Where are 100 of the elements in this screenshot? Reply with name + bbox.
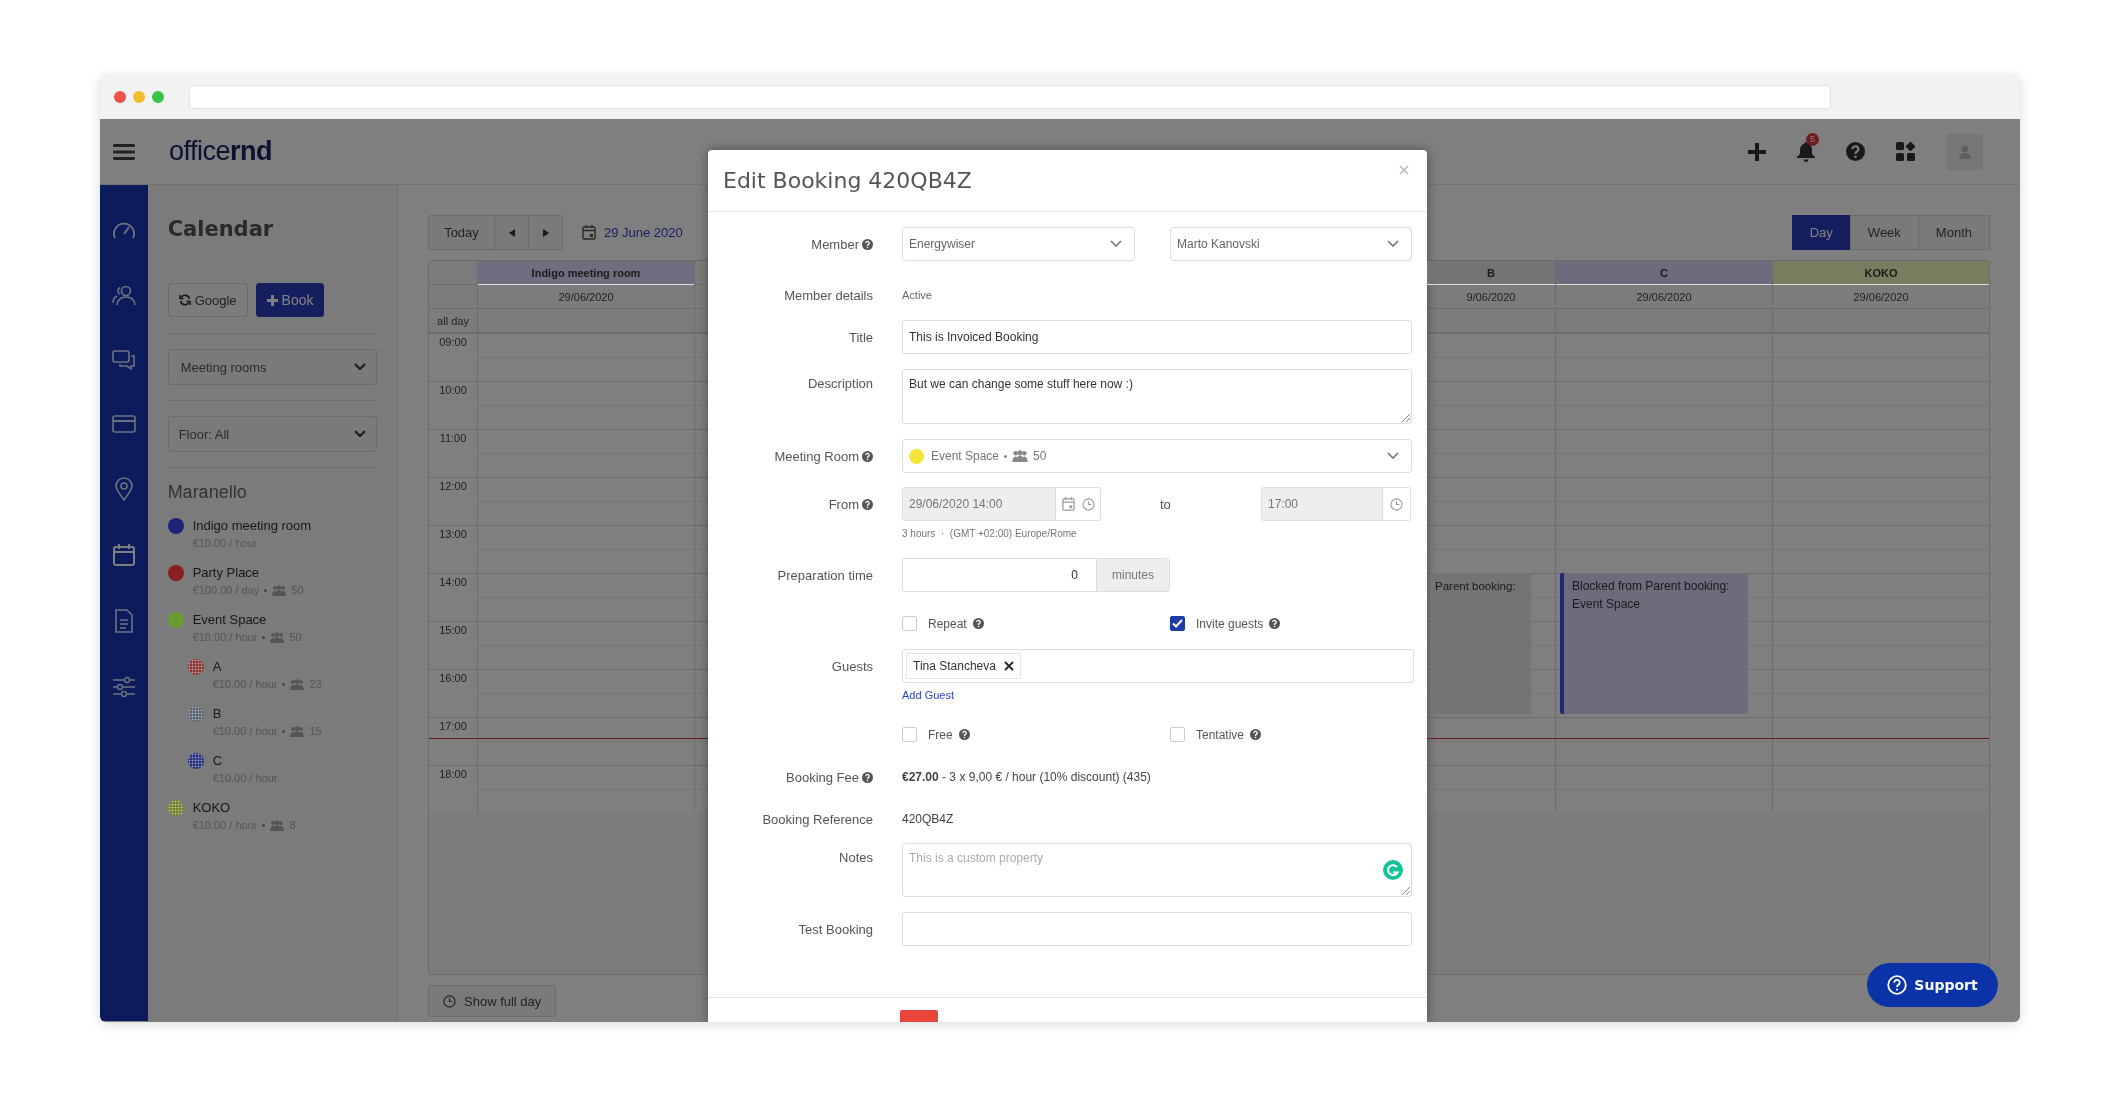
room-name[interactable]: A — [212, 659, 322, 675]
checkbox-label: Tentative — [1196, 727, 1245, 742]
resize-grip-icon[interactable] — [1401, 413, 1410, 422]
chat-icon[interactable] — [111, 349, 136, 371]
room-name[interactable]: B — [212, 706, 322, 722]
help-icon[interactable] — [862, 498, 873, 510]
people-icon — [1012, 450, 1029, 462]
to-label: to — [1160, 496, 1171, 512]
minimize-dot[interactable] — [133, 91, 145, 103]
separator-dot — [264, 588, 268, 592]
people-icon — [270, 631, 285, 643]
minutes-field[interactable]: 0 minutes — [902, 558, 1170, 592]
column-date: 29/06/2020 — [1636, 290, 1692, 303]
guest-tag[interactable]: Tina Stancheva — [906, 653, 1021, 679]
start-date-field[interactable]: 29/06/2020 14:00 — [902, 487, 1101, 521]
help-icon[interactable] — [1269, 618, 1281, 629]
hour-label: 12:00 — [439, 480, 467, 492]
checkbox[interactable] — [1170, 616, 1185, 631]
logo[interactable]: officernd — [169, 136, 273, 167]
text-area[interactable]: This is a custom property — [902, 843, 1412, 897]
event-block[interactable]: Parent booking: — [1431, 573, 1531, 714]
help-icon[interactable] — [958, 729, 970, 740]
text-area[interactable]: But we can change some stuff here now :) — [902, 369, 1412, 424]
calendar-icon[interactable] — [1062, 497, 1075, 511]
clock-icon[interactable] — [1082, 497, 1095, 511]
people-icon — [290, 678, 305, 690]
column-header: Indigo meeting room — [478, 261, 694, 285]
help-icon[interactable] — [1250, 729, 1262, 740]
plus-icon[interactable] — [1748, 142, 1766, 161]
resize-grip-icon[interactable] — [1401, 886, 1410, 895]
book-button[interactable]: Book — [255, 283, 325, 317]
member-select[interactable]: Marto Kanovski — [1170, 227, 1412, 261]
hour-label: 18:00 — [439, 768, 467, 780]
room-name[interactable]: Party Place — [192, 565, 304, 581]
field-label: Preparation time — [777, 567, 873, 583]
date-link[interactable]: 29 June 2020 — [604, 225, 683, 240]
location-pin-icon[interactable] — [113, 477, 134, 501]
room-name[interactable]: KOKO — [192, 800, 296, 816]
field-label: Guests — [831, 658, 873, 674]
field-label: Title — [848, 329, 873, 345]
support-button[interactable]: Support — [1867, 963, 1998, 1007]
help-icon[interactable] — [862, 771, 873, 783]
hour-label: 17:00 — [439, 720, 467, 732]
apps-icon[interactable] — [1896, 141, 1916, 162]
close-icon[interactable] — [1399, 165, 1409, 175]
help-icon — [1887, 975, 1908, 995]
close-dot[interactable] — [114, 91, 126, 103]
document-icon[interactable] — [113, 609, 134, 633]
view-tab[interactable]: Month — [1917, 215, 1990, 250]
notification-badge: 5 — [1806, 132, 1819, 146]
field-label: Member — [811, 236, 859, 252]
sliders-icon[interactable] — [111, 676, 136, 698]
card-icon[interactable] — [111, 414, 136, 434]
member-select[interactable]: Energywiser — [902, 227, 1135, 261]
remove-icon[interactable] — [1003, 661, 1014, 671]
separator-dot — [1004, 454, 1008, 458]
text-field[interactable]: This is Invoiced Booking — [902, 320, 1412, 354]
room-name[interactable]: Indigo meeting room — [192, 518, 312, 534]
field-label: Booking Fee — [786, 769, 859, 785]
menu-icon[interactable] — [113, 143, 135, 160]
grammar-assistant-icon[interactable] — [1383, 860, 1403, 880]
room-name[interactable]: Event Space — [192, 612, 302, 628]
users-icon[interactable] — [111, 284, 136, 306]
clock-icon[interactable] — [1390, 497, 1403, 511]
view-tab[interactable]: Day — [1791, 215, 1851, 250]
sync-button[interactable]: Google — [167, 283, 248, 317]
room-select[interactable]: Event Space 50 — [902, 439, 1412, 473]
room-name[interactable]: C — [212, 753, 278, 769]
text-field[interactable] — [902, 912, 1412, 946]
view-tab[interactable]: Week — [1849, 215, 1919, 250]
show-full-day-button[interactable]: Show full day — [428, 985, 557, 1017]
unit-label: minutes — [1096, 559, 1169, 591]
help-icon[interactable] — [972, 618, 984, 629]
bell-icon[interactable] — [1797, 141, 1815, 162]
page-title: Calendar — [167, 217, 275, 241]
chevron-down-icon — [354, 363, 366, 371]
separator-dot — [282, 682, 286, 686]
hour-label: 16:00 — [439, 672, 467, 684]
help-icon[interactable] — [862, 238, 873, 250]
hour-label: 15:00 — [439, 624, 467, 636]
filter-select[interactable]: Meeting rooms — [167, 349, 377, 385]
add-guest-link[interactable]: Add Guest — [902, 689, 954, 701]
chevron-down-icon — [1387, 240, 1399, 248]
field-value: 420QB4Z — [902, 812, 954, 826]
hour-label: 11:00 — [439, 432, 467, 444]
field-label: Notes — [839, 849, 873, 865]
end-time-field[interactable]: 17:00 — [1261, 487, 1411, 521]
maximize-dot[interactable] — [152, 91, 164, 103]
event-block[interactable]: Blocked from Parent booking: Event Space — [1560, 573, 1748, 714]
calendar-icon[interactable] — [112, 544, 135, 566]
help-icon[interactable] — [862, 450, 873, 462]
hour-label: 13:00 — [439, 528, 467, 540]
guests-field[interactable]: Tina Stancheva — [902, 649, 1414, 683]
today-button[interactable]: Today — [428, 215, 495, 250]
filter-select[interactable]: Floor: All — [167, 416, 377, 452]
column-date: 29/06/2020 — [558, 290, 614, 303]
column-date: 29/06/2020 — [1853, 290, 1909, 303]
caret-right-icon — [542, 228, 549, 237]
help-icon[interactable] — [1846, 142, 1865, 161]
calendar-icon[interactable] — [582, 225, 596, 240]
